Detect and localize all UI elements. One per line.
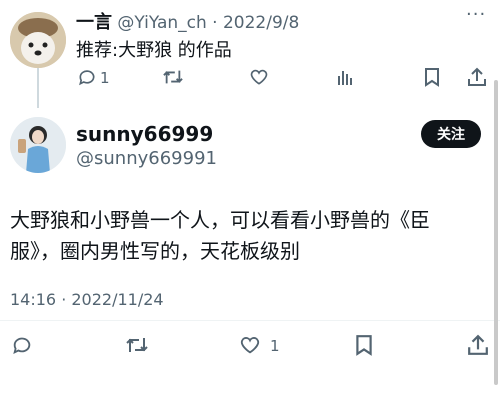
retweet-icon[interactable]: [124, 333, 150, 357]
main-tweet-text: 大野狼和小野兽一个人，可以看看小野兽的《臣 服》，圈内男性写的，天花板级别: [10, 205, 470, 267]
heart-icon[interactable]: [248, 66, 270, 88]
more-options-button[interactable]: ···: [466, 4, 486, 25]
reply-count: 1: [100, 69, 110, 87]
main-text-line-1: 大野狼和小野兽一个人，可以看看小野兽的《臣: [10, 208, 430, 232]
main-text-line-2: 服》，圈内男性写的，天花板级别: [10, 239, 300, 263]
main-timestamp[interactable]: 14:16 · 2022/11/24: [10, 290, 164, 309]
reply-text: 推荐:大野狼 的作品: [76, 40, 232, 61]
reply-display-name[interactable]: 一言: [76, 12, 112, 33]
reply-icon[interactable]: [76, 66, 98, 88]
reply-handle[interactable]: @YiYan_ch: [117, 13, 206, 33]
avatar-yiyan[interactable]: [10, 12, 66, 68]
divider: [0, 320, 500, 321]
reply-date[interactable]: 2022/9/8: [223, 13, 299, 33]
like-count: 1: [270, 337, 280, 355]
reply-header: 一言 @YiYan_ch · 2022/9/8: [76, 8, 299, 34]
avatar-sunny[interactable]: [10, 117, 66, 173]
reply-separator: ·: [212, 13, 218, 33]
main-handle[interactable]: @sunny669991: [76, 148, 217, 169]
views-icon[interactable]: [335, 66, 357, 88]
retweet-icon[interactable]: [162, 66, 184, 88]
thread-line: [37, 68, 39, 108]
share-icon[interactable]: [466, 333, 490, 357]
heart-icon[interactable]: [238, 333, 262, 357]
reply-icon[interactable]: [10, 333, 34, 357]
bookmark-icon[interactable]: [352, 333, 376, 357]
bookmark-icon[interactable]: [421, 66, 443, 88]
share-icon[interactable]: [466, 66, 488, 88]
main-display-name[interactable]: sunny66999: [76, 122, 213, 146]
scrollbar[interactable]: [494, 80, 498, 385]
follow-button[interactable]: 关注: [421, 120, 481, 148]
